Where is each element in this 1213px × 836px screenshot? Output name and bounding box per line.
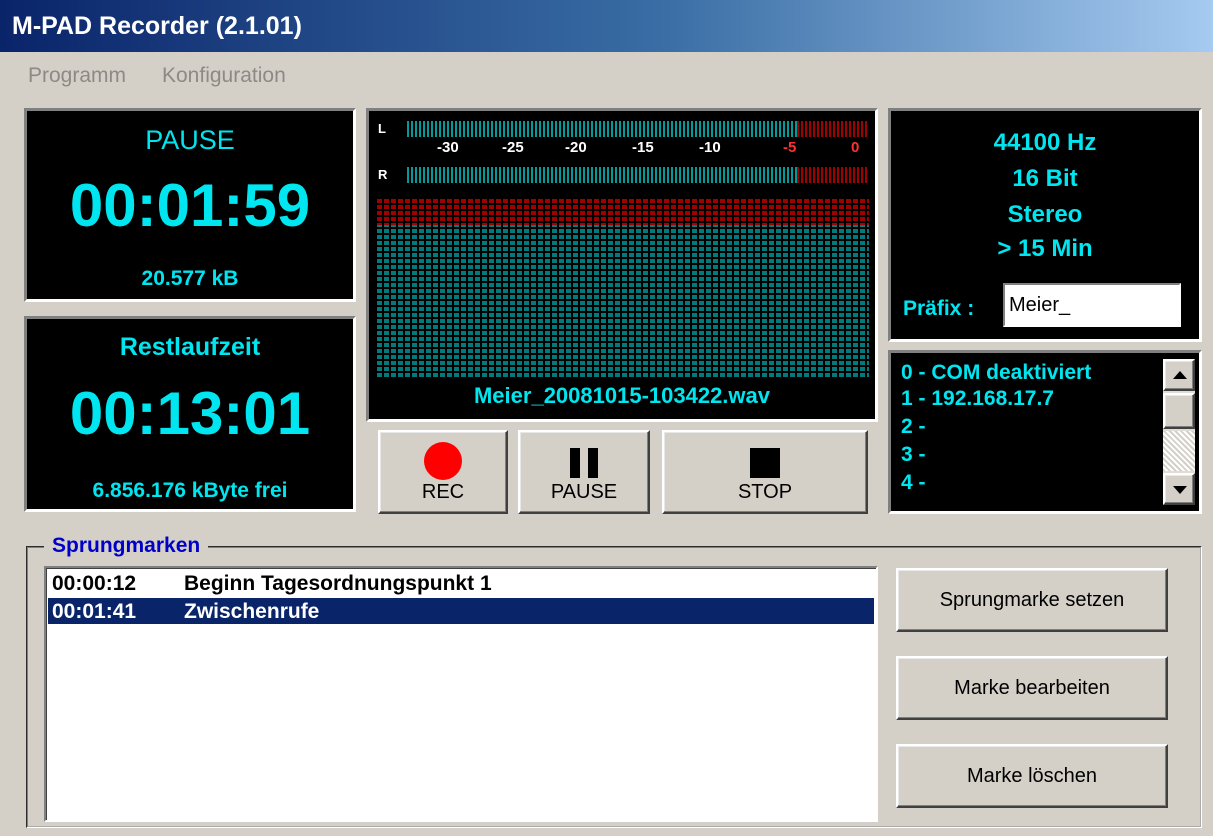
bit-depth: 16 Bit (1012, 165, 1078, 192)
right-level-bar (407, 167, 797, 183)
delete-mark-button[interactable]: Marke löschen (896, 744, 1168, 808)
menu-konfiguration[interactable]: Konfiguration (162, 64, 286, 88)
table-row-selected[interactable]: 00:01:41 Zwischenrufe (48, 598, 874, 624)
com-scrollbar[interactable] (1163, 359, 1195, 505)
level-meter-panel: L R -30 -25 -20 -15 -10 -5 0 Meier_20081… (366, 108, 878, 422)
com-port-list[interactable]: 0 - COM deaktiviert 1 - 192.168.17.7 2 -… (891, 353, 1161, 511)
remaining-panel: Restlaufzeit 00:13:01 6.856.176 kByte fr… (24, 316, 356, 512)
min-duration: > 15 Min (997, 235, 1093, 262)
db-scale: -30 -25 -20 -15 -10 -5 0 (369, 139, 875, 163)
table-row[interactable]: 00:00:12 Beginn Tagesordnungspunkt 1 (48, 570, 874, 596)
scale-tick: -5 (783, 139, 797, 156)
remaining-time: 00:13:01 (69, 380, 311, 447)
file-size: 20.577 kB (141, 267, 239, 290)
elapsed-time: 00:01:59 (69, 172, 311, 239)
stop-button[interactable]: STOP (662, 430, 868, 514)
format-panel: 44100 Hz 16 Bit Stereo > 15 Min Präfix : (888, 108, 1202, 342)
window-title: M-PAD Recorder (2.1.01) (12, 12, 302, 40)
remaining-label: Restlaufzeit (119, 333, 261, 361)
title-bar[interactable]: M-PAD Recorder (2.1.01) (0, 0, 1213, 52)
scale-tick: -10 (699, 139, 721, 156)
mark-time: 00:00:12 (52, 572, 137, 595)
left-peak-bar (797, 121, 869, 137)
rec-button[interactable]: REC (378, 430, 508, 514)
recording-filename: Meier_20081015-103422.wav (473, 383, 771, 408)
scale-tick: -20 (565, 139, 587, 156)
scroll-down-button[interactable] (1163, 473, 1195, 505)
mark-time: 00:01:41 (52, 600, 137, 623)
sample-rate: 44100 Hz (993, 129, 1097, 156)
scale-tick: 0 (851, 139, 860, 156)
scroll-up-button[interactable] (1163, 359, 1195, 391)
list-item[interactable]: 0 - COM deaktiviert (901, 361, 1091, 385)
record-icon (424, 442, 462, 480)
marks-list[interactable]: 00:00:12 Beginn Tagesordnungspunkt 1 00:… (44, 566, 878, 822)
list-item[interactable]: 2 - (901, 415, 926, 439)
edit-mark-button[interactable]: Marke bearbeiten (896, 656, 1168, 720)
scroll-track[interactable] (1163, 431, 1195, 471)
list-item[interactable]: 1 - 192.168.17.7 (901, 387, 1054, 411)
channel-right-label: R (378, 167, 388, 182)
pause-button[interactable]: PAUSE (518, 430, 650, 514)
recording-state: PAUSE (145, 125, 235, 155)
pause-label: PAUSE (550, 481, 618, 503)
scale-tick: -25 (502, 139, 524, 156)
prefix-input[interactable] (1003, 283, 1181, 327)
rec-label: REC (421, 481, 465, 503)
channel-left-label: L (378, 121, 386, 136)
scale-tick: -30 (437, 139, 459, 156)
group-label: Sprungmarken (44, 534, 209, 558)
scale-tick: -15 (632, 139, 654, 156)
left-level-bar (407, 121, 797, 137)
status-panel: PAUSE 00:01:59 20.577 kB (24, 108, 356, 302)
set-mark-button[interactable]: Sprungmarke setzen (896, 568, 1168, 632)
channel-mode: Stereo (1007, 201, 1083, 228)
scroll-thumb[interactable] (1163, 393, 1195, 429)
stop-label: STOP (737, 481, 793, 503)
mark-text: Zwischenrufe (184, 600, 320, 623)
pause-icon (570, 448, 600, 478)
menu-programm[interactable]: Programm (28, 64, 126, 88)
arrow-up-icon (1173, 371, 1187, 379)
arrow-down-icon (1173, 486, 1187, 494)
com-port-panel: 0 - COM deaktiviert 1 - 192.168.17.7 2 -… (888, 350, 1202, 514)
right-peak-bar (797, 167, 869, 183)
level-history-graph (377, 199, 869, 377)
stop-icon (750, 448, 780, 478)
list-item[interactable]: 4 - (901, 471, 926, 495)
prefix-label: Präfix : (903, 297, 975, 320)
list-item[interactable]: 3 - (901, 443, 926, 467)
mark-text: Beginn Tagesordnungspunkt 1 (184, 572, 492, 595)
free-space: 6.856.176 kByte frei (92, 479, 288, 502)
